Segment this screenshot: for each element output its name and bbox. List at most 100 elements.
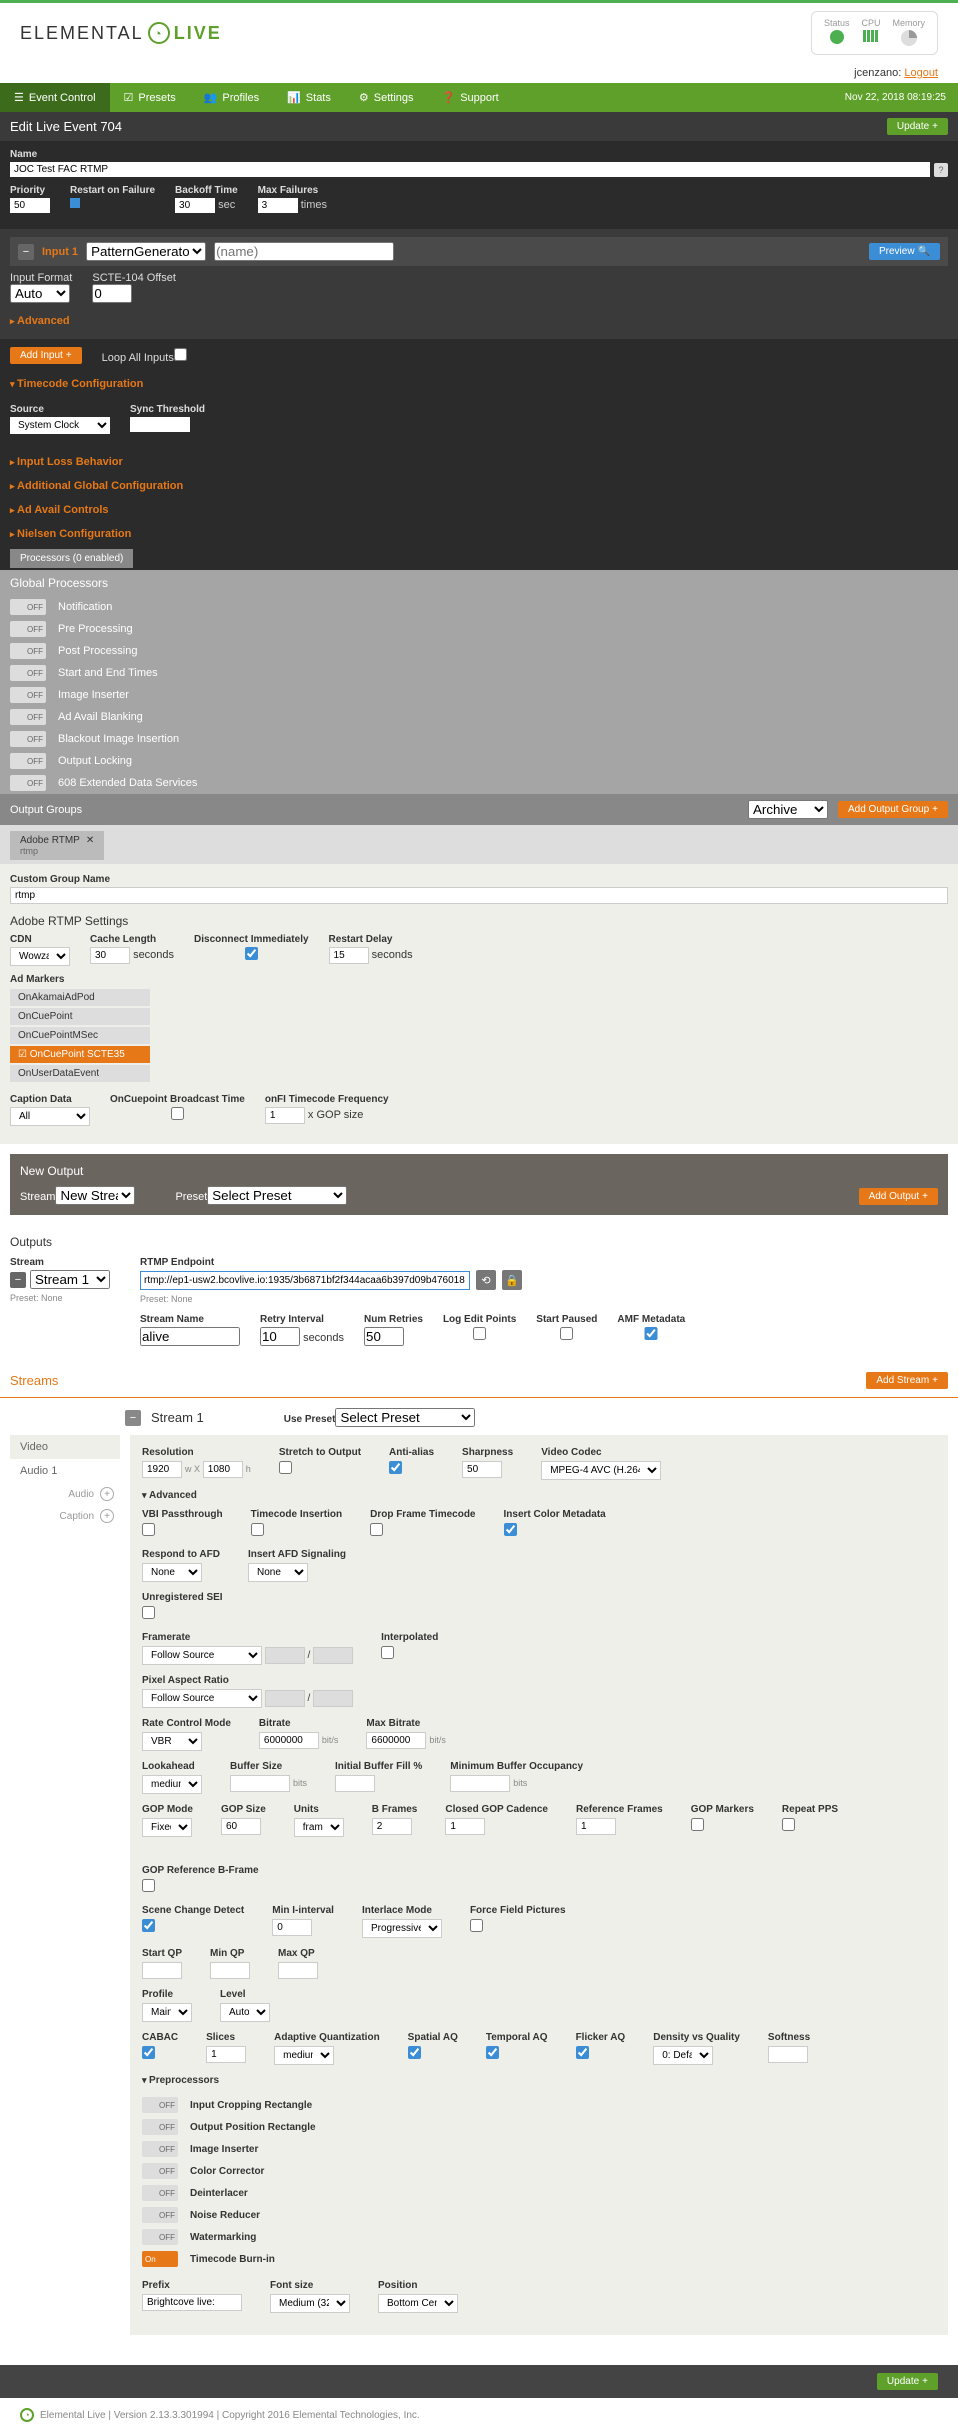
gop-markers-checkbox[interactable] (691, 1818, 704, 1831)
gop-ref-bframe-checkbox[interactable] (142, 1879, 155, 1892)
logout-link[interactable]: Logout (904, 67, 938, 79)
num-retries-input[interactable] (364, 1327, 404, 1346)
stream-name-input[interactable] (140, 1327, 240, 1346)
aq-select[interactable]: medium (274, 2046, 334, 2065)
add-stream-button[interactable]: Add Stream + (866, 1372, 948, 1389)
toggle-button[interactable]: OFF (10, 709, 46, 725)
toggle-button[interactable]: OFF (142, 2119, 178, 2135)
mbo-input[interactable] (450, 1775, 510, 1792)
use-preset-select[interactable]: Select Preset (335, 1408, 475, 1427)
buffer-size-input[interactable] (230, 1775, 290, 1792)
res-height-input[interactable] (203, 1461, 243, 1478)
ad-marker-option[interactable]: OnCuePoint (10, 1008, 150, 1025)
toggle-button[interactable]: OFF (142, 2141, 178, 2157)
ad-avail-toggle[interactable]: Ad Avail Controls (0, 498, 958, 522)
afds-select[interactable]: None (248, 1563, 308, 1582)
profile-select[interactable]: Main (142, 2003, 192, 2022)
afd-select[interactable]: None (142, 1563, 202, 1582)
codec-select[interactable]: MPEG-4 AVC (H.264) (541, 1461, 661, 1480)
dft-checkbox[interactable] (370, 1523, 383, 1536)
amf-metadata-checkbox[interactable] (617, 1327, 685, 1340)
gop-size-input[interactable] (221, 1818, 261, 1835)
timecode-section-toggle[interactable]: Timecode Configuration (0, 372, 958, 396)
toggle-button[interactable]: OFF (142, 2185, 178, 2201)
toggle-button[interactable]: OFF (10, 665, 46, 681)
nielsen-toggle[interactable]: Nielsen Configuration (0, 522, 958, 546)
preview-button[interactable]: Preview 🔍 (869, 243, 940, 260)
add-caption-icon[interactable]: + (100, 1509, 114, 1523)
toggle-button[interactable]: OFF (10, 687, 46, 703)
scte-offset-input[interactable] (92, 284, 132, 303)
antialias-checkbox[interactable] (389, 1461, 402, 1474)
temporal-aq-checkbox[interactable] (486, 2046, 499, 2059)
toggle-button[interactable]: OFF (142, 2163, 178, 2179)
ref-frames-input[interactable] (576, 1818, 616, 1835)
bitrate-input[interactable] (259, 1732, 319, 1749)
preprocessors-toggle[interactable]: Preprocessors (142, 2075, 936, 2086)
nav-support[interactable]: ❓Support (428, 83, 513, 112)
new-output-preset-select[interactable]: Select Preset (207, 1186, 347, 1205)
nav-stats[interactable]: 📊Stats (273, 83, 345, 112)
remove-output-button[interactable]: − (10, 1272, 26, 1288)
footer-update-button[interactable]: Update + (877, 2373, 938, 2390)
stretch-checkbox[interactable] (279, 1461, 292, 1474)
close-icon[interactable]: ✕ (86, 835, 94, 846)
name-input[interactable] (10, 162, 930, 177)
icm-checkbox[interactable] (504, 1523, 517, 1536)
log-edit-checkbox[interactable] (443, 1327, 516, 1340)
toggle-button[interactable]: OFF (142, 2097, 178, 2113)
toggle-button[interactable]: OFF (10, 775, 46, 791)
toggle-button[interactable]: OFF (10, 599, 46, 615)
cache-length-input[interactable] (90, 947, 130, 964)
toggle-button[interactable]: OFF (142, 2229, 178, 2245)
start-paused-checkbox[interactable] (536, 1327, 597, 1340)
sync-threshold-input[interactable] (130, 417, 190, 432)
custom-group-name-input[interactable] (10, 887, 948, 904)
bframes-input[interactable] (372, 1818, 412, 1835)
toggle-button[interactable]: OFF (10, 643, 46, 659)
nav-presets[interactable]: ☑Presets (110, 83, 190, 112)
start-qp-input[interactable] (142, 1962, 182, 1979)
max-qp-input[interactable] (278, 1962, 318, 1979)
tci-checkbox[interactable] (251, 1523, 264, 1536)
new-output-stream-select[interactable]: New Stream (55, 1186, 135, 1205)
position-select[interactable]: Bottom Center (378, 2294, 458, 2313)
cdn-select[interactable]: Wowza (10, 947, 70, 966)
toggle-button[interactable]: OFF (10, 621, 46, 637)
prefix-input[interactable] (142, 2294, 242, 2311)
tab-video[interactable]: Video (10, 1435, 120, 1459)
interlace-select[interactable]: Progressive (362, 1919, 442, 1938)
fontsize-select[interactable]: Medium (32) (270, 2294, 350, 2313)
ad-marker-option[interactable]: OnUserDataEvent (10, 1065, 150, 1082)
input-format-select[interactable]: Auto (10, 284, 70, 303)
restart-delay-input[interactable] (329, 947, 369, 964)
toggle-button[interactable]: OFF (10, 731, 46, 747)
output-group-tab[interactable]: Adobe RTMP✕rtmp (10, 831, 104, 860)
add-output-button[interactable]: Add Output + (859, 1188, 938, 1205)
timecode-source-select[interactable]: System Clock (10, 417, 110, 434)
update-button[interactable]: Update + (887, 118, 948, 135)
lookahead-select[interactable]: medium (142, 1775, 202, 1794)
dvq-select[interactable]: 0: Default (653, 2046, 713, 2065)
credentials-icon[interactable]: 🔒 (502, 1270, 522, 1290)
cabac-checkbox[interactable] (142, 2046, 155, 2059)
help-icon[interactable]: ? (934, 163, 948, 177)
level-select[interactable]: Auto (220, 2003, 270, 2022)
flicker-aq-checkbox[interactable] (576, 2046, 589, 2059)
par-select[interactable]: Follow Source (142, 1689, 262, 1708)
disconnect-checkbox[interactable] (194, 947, 308, 960)
slices-input[interactable] (206, 2046, 246, 2063)
nav-profiles[interactable]: 👥Profiles (190, 83, 273, 112)
ad-marker-option[interactable]: OnCuePointMSec (10, 1027, 150, 1044)
add-audio-icon[interactable]: + (100, 1487, 114, 1501)
ad-marker-option[interactable]: OnCuePoint SCTE35 (10, 1046, 150, 1063)
toggle-button[interactable]: OFF (10, 753, 46, 769)
global-conf-toggle[interactable]: Additional Global Configuration (0, 474, 958, 498)
input-advanced-toggle[interactable]: Advanced (10, 311, 948, 331)
advanced-toggle[interactable]: Advanced (142, 1490, 936, 1501)
spatial-aq-checkbox[interactable] (408, 2046, 421, 2059)
link-icon[interactable]: ⟲ (476, 1270, 496, 1290)
input-loss-toggle[interactable]: Input Loss Behavior (0, 450, 958, 474)
backoff-input[interactable] (175, 198, 215, 213)
sharpness-input[interactable] (462, 1461, 502, 1478)
